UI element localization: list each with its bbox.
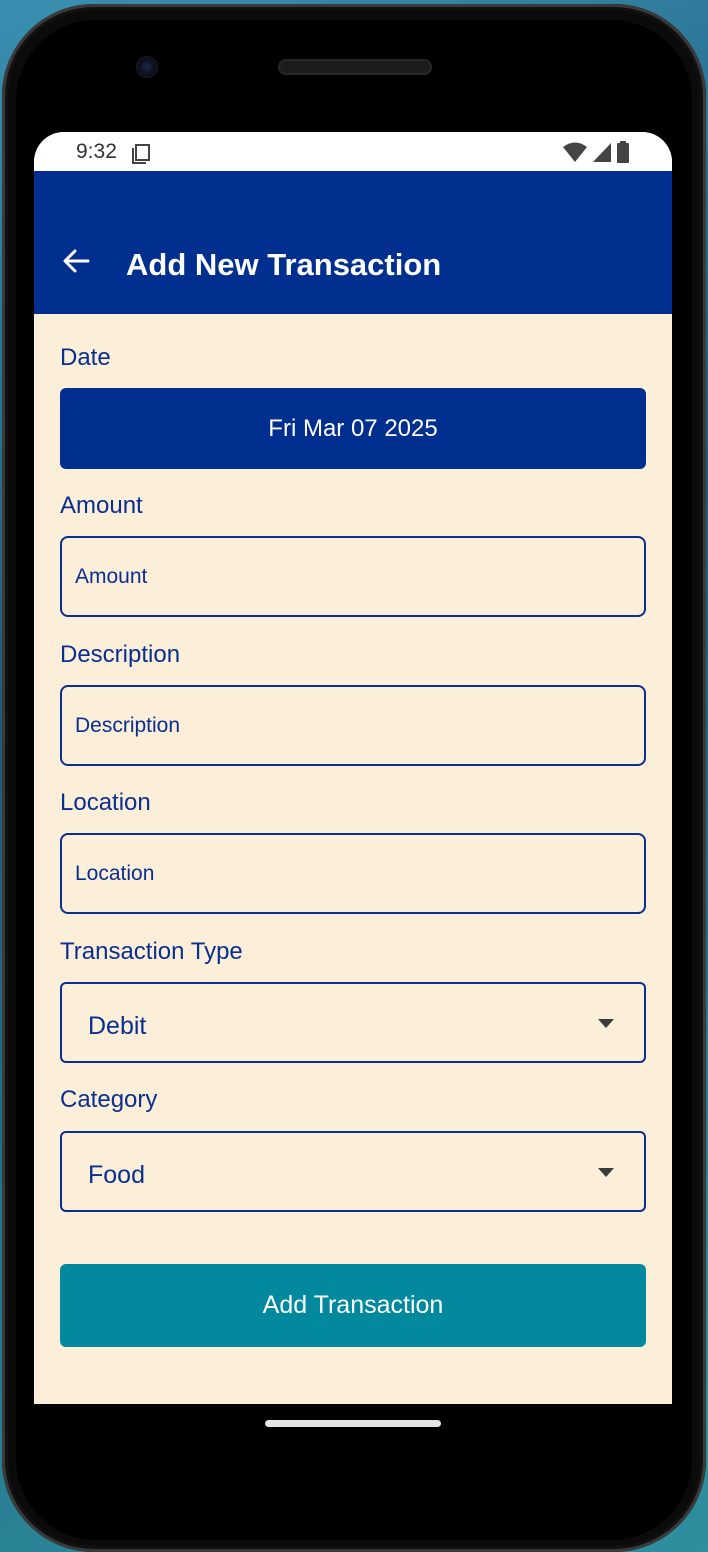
sim-card-icon (130, 142, 152, 169)
date-label: Date (60, 344, 111, 371)
date-picker-button[interactable]: Fri Mar 07 2025 (60, 388, 646, 469)
description-label: Description (60, 641, 181, 668)
caret-down-icon (598, 1168, 614, 1177)
earpiece-speaker (278, 59, 432, 75)
location-input[interactable] (75, 835, 625, 912)
status-bar: 9:32 (34, 132, 672, 171)
home-indicator[interactable] (265, 1420, 441, 1427)
date-value: Fri Mar 07 2025 (268, 414, 438, 442)
status-time: 9:32 (76, 140, 117, 163)
app-bar: Add New Transaction (34, 171, 672, 314)
description-input[interactable] (75, 687, 625, 764)
page-title: Add New Transaction (126, 247, 442, 282)
location-label: Location (60, 789, 151, 816)
transaction-type-label: Transaction Type (60, 938, 243, 965)
transaction-type-value: Debit (88, 1012, 147, 1040)
app-screen: 9:32 Add New Transaction Date Fri Mar 07… (34, 132, 672, 1404)
category-label: Category (60, 1086, 158, 1113)
amount-label: Amount (60, 492, 143, 519)
location-field-container (60, 833, 646, 914)
signal-icon (592, 141, 612, 168)
back-button[interactable] (58, 245, 94, 281)
caret-down-icon (598, 1019, 614, 1028)
wifi-icon (562, 141, 588, 168)
status-icons (562, 141, 630, 168)
add-transaction-label: Add Transaction (262, 1291, 444, 1319)
transaction-type-dropdown[interactable]: Debit (60, 982, 646, 1063)
amount-input[interactable] (75, 538, 625, 615)
amount-field-container (60, 536, 646, 617)
front-camera (136, 56, 158, 78)
category-value: Food (88, 1161, 145, 1189)
description-field-container (60, 685, 646, 766)
category-dropdown[interactable]: Food (60, 1131, 646, 1212)
add-transaction-button[interactable]: Add Transaction (60, 1264, 646, 1347)
arrow-left-icon (61, 246, 91, 281)
battery-icon (616, 141, 630, 168)
